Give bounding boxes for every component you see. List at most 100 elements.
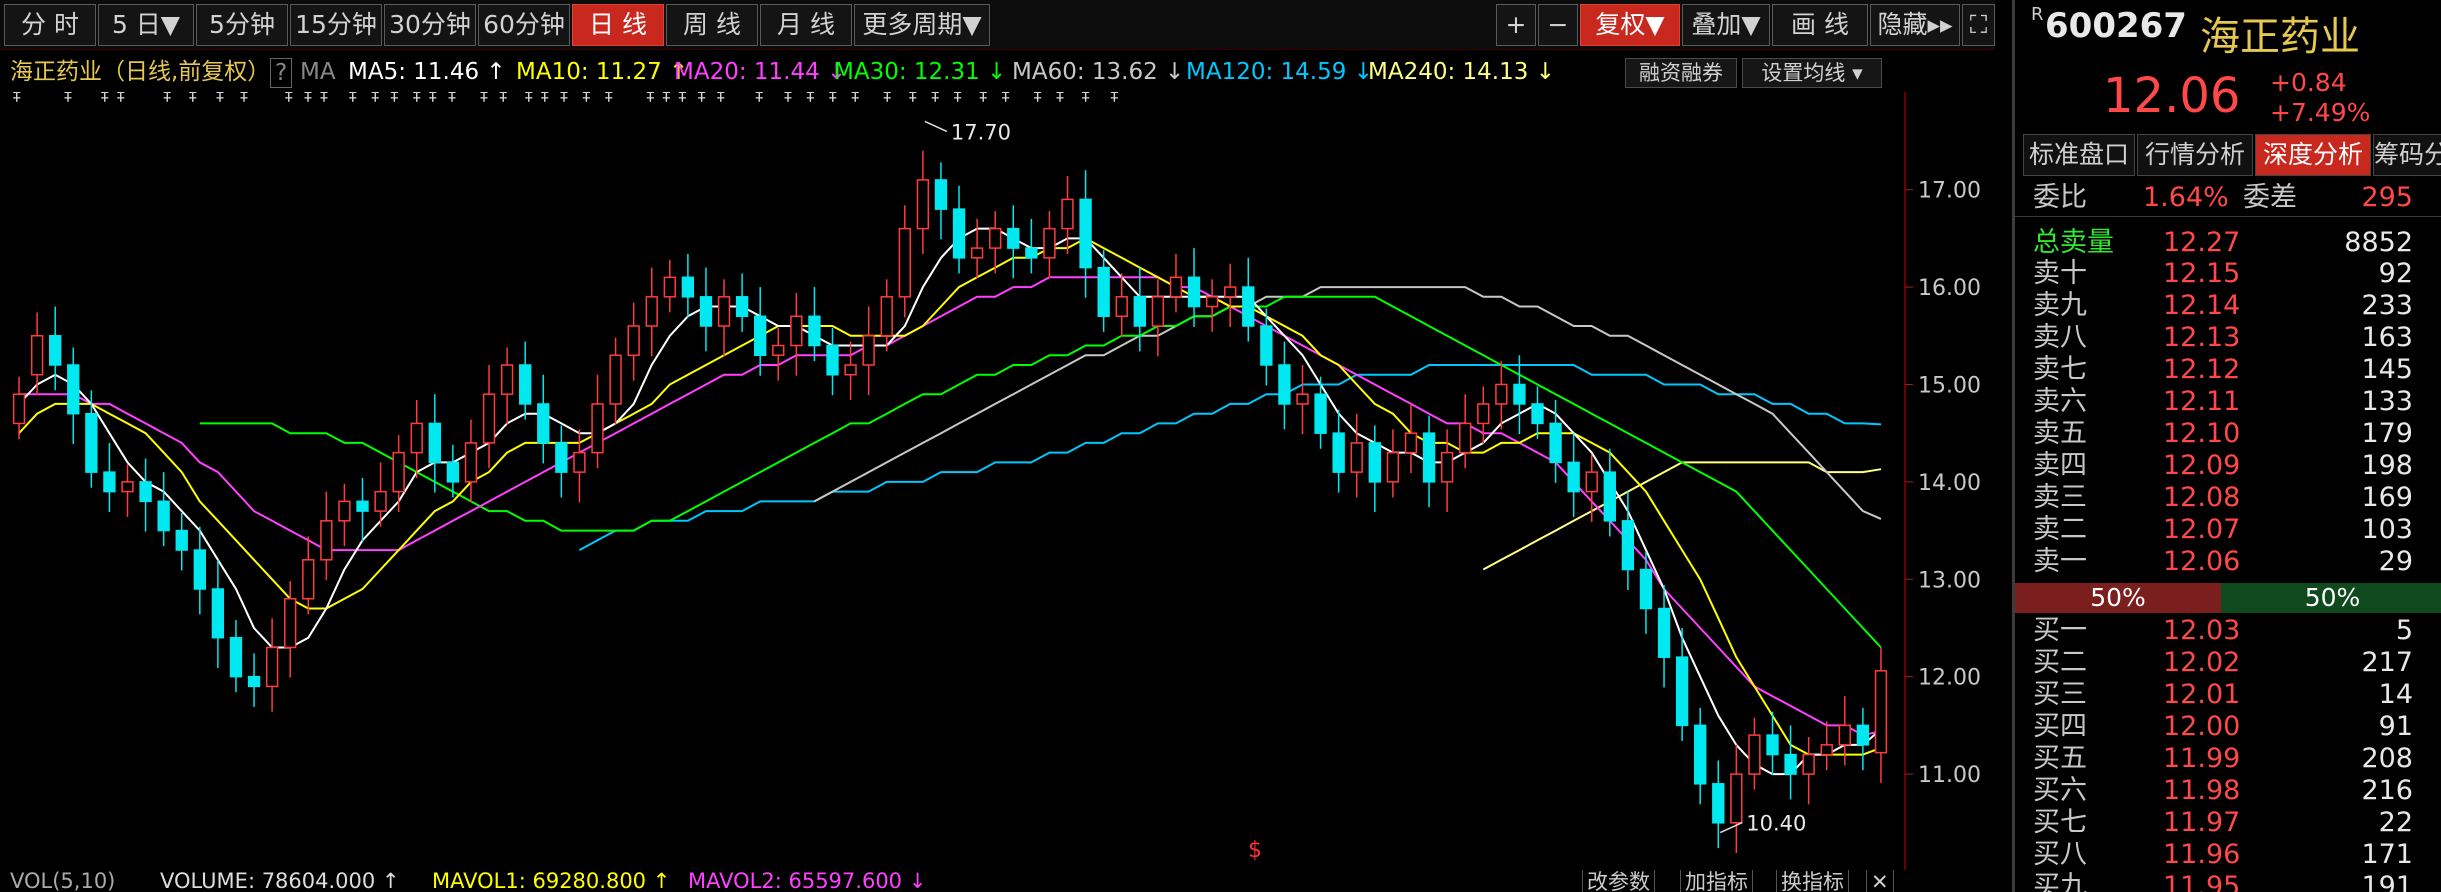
candle[interactable] <box>1856 707 1870 771</box>
candle[interactable] <box>103 442 116 513</box>
margin-trading-button[interactable]: 融资融券 <box>1625 58 1737 88</box>
event-marker[interactable]: ‡ <box>429 92 437 104</box>
candle[interactable] <box>808 287 821 362</box>
candle[interactable] <box>735 273 749 332</box>
help-icon[interactable]: ? <box>270 58 293 88</box>
candle[interactable] <box>338 483 351 547</box>
candle[interactable] <box>862 306 875 396</box>
event-marker[interactable]: ‡ <box>909 92 917 104</box>
candle[interactable] <box>320 491 333 581</box>
bid-row[interactable]: 买五 11.99 208 <box>2033 743 2433 775</box>
candle[interactable] <box>772 327 785 381</box>
ask-row[interactable]: 卖三 12.08 169 <box>2033 482 2433 514</box>
candle[interactable] <box>211 559 225 668</box>
candle[interactable] <box>1603 448 1616 537</box>
candle[interactable] <box>1061 176 1074 254</box>
bid-row[interactable]: 买二 12.02 217 <box>2033 647 2433 679</box>
event-marker[interactable]: ‡ <box>163 92 171 104</box>
candle[interactable] <box>898 205 911 318</box>
candle[interactable] <box>1187 248 1201 327</box>
candle[interactable] <box>121 464 134 517</box>
period-15min-button[interactable]: 15分钟 <box>290 4 382 46</box>
event-marker[interactable]: ‡ <box>304 92 312 104</box>
candle[interactable] <box>1820 721 1833 771</box>
period-30min-button[interactable]: 30分钟 <box>384 4 476 46</box>
ask-row[interactable]: 卖六 12.11 133 <box>2033 386 2433 418</box>
event-marker[interactable]: ‡ <box>806 92 814 104</box>
candle[interactable] <box>1242 257 1255 342</box>
candle[interactable] <box>500 347 514 425</box>
candle[interactable] <box>1314 376 1327 449</box>
candle[interactable] <box>1802 737 1815 805</box>
candle[interactable] <box>1567 433 1580 517</box>
candle[interactable] <box>1205 279 1219 332</box>
candle[interactable] <box>302 536 315 615</box>
event-marker[interactable]: ‡ <box>662 92 670 104</box>
candle[interactable] <box>1386 429 1400 498</box>
candle[interactable] <box>193 526 206 615</box>
event-marker[interactable]: ‡ <box>1002 92 1010 104</box>
candle[interactable] <box>1043 211 1056 279</box>
candle[interactable] <box>1079 170 1092 298</box>
change-params-button[interactable]: 改参数 <box>1582 870 1655 892</box>
fullscreen-icon[interactable]: ⛶ <box>1962 4 1995 46</box>
ask-row[interactable]: 卖四 12.09 198 <box>2033 450 2433 482</box>
candle[interactable] <box>1332 409 1345 493</box>
event-marker[interactable]: ‡ <box>784 92 792 104</box>
candlestick-chart[interactable]: ‡ ‡ ‡ ‡ ‡ ‡ ‡ ‡ ‡ ‡ ‡ ‡ ‡ ‡ ‡ ‡ ‡ ‡ ‡ ‡ ‡ ‡ ‡ ‡ ‡ ‡ ‡ ‡ ‡ ‡ ‡ ‡ ‡ ‡ ‡ ‡ ‡ ‡ ‡ ‡… <box>0 92 1995 870</box>
candle[interactable] <box>609 337 622 425</box>
dividend-marker[interactable]: $ <box>1248 838 1262 863</box>
event-marker[interactable]: ‡ <box>1082 92 1090 104</box>
event-marker[interactable]: ‡ <box>829 92 837 104</box>
event-marker[interactable]: ‡ <box>216 92 224 104</box>
candle[interactable] <box>627 302 640 381</box>
event-marker[interactable]: ‡ <box>413 92 421 104</box>
event-marker[interactable]: ‡ <box>349 92 357 104</box>
event-marker[interactable]: ‡ <box>64 92 72 104</box>
bid-row[interactable]: 买八 11.96 171 <box>2033 839 2433 871</box>
candle[interactable] <box>591 374 604 469</box>
candle[interactable] <box>790 292 803 376</box>
ma-settings-dropdown[interactable]: 设置均线 ▾ <box>1742 58 1882 88</box>
event-marker[interactable]: ‡ <box>13 92 21 104</box>
close-icon[interactable]: ✕ <box>1866 870 1894 892</box>
candle[interactable] <box>1350 413 1363 498</box>
bid-row[interactable]: 买六 11.98 216 <box>2033 775 2433 807</box>
candle[interactable] <box>916 150 930 254</box>
candle[interactable] <box>247 653 261 707</box>
event-marker[interactable]: ‡ <box>883 92 891 104</box>
event-marker[interactable]: ‡ <box>582 92 590 104</box>
candle[interactable] <box>67 347 80 444</box>
tab-standard-book[interactable]: 标准盘口 <box>2023 134 2135 176</box>
candle[interactable] <box>555 425 568 498</box>
event-marker[interactable]: ‡ <box>646 92 654 104</box>
candle[interactable] <box>1422 415 1436 508</box>
candle[interactable] <box>1730 744 1743 853</box>
candle[interactable] <box>139 458 152 532</box>
event-marker[interactable]: ‡ <box>1056 92 1064 104</box>
candle[interactable] <box>464 419 478 503</box>
candle[interactable] <box>1459 394 1472 469</box>
candle[interactable] <box>265 618 279 712</box>
candle[interactable] <box>1169 253 1183 313</box>
ask-row[interactable]: 卖十 12.15 92 <box>2033 258 2433 290</box>
candle[interactable] <box>645 267 658 357</box>
tab-market-analysis[interactable]: 行情分析 <box>2137 134 2253 176</box>
bid-row[interactable]: 买三 12.01 14 <box>2033 679 2433 711</box>
candle[interactable] <box>1404 403 1418 474</box>
candle[interactable] <box>537 374 550 464</box>
overlay-dropdown[interactable]: 叠加▼ <box>1682 4 1770 46</box>
ask-row[interactable]: 卖二 12.07 103 <box>2033 514 2433 546</box>
period-5day-button[interactable]: 5 日▼ <box>98 4 194 46</box>
candle[interactable] <box>826 327 839 396</box>
event-marker[interactable]: ‡ <box>931 92 939 104</box>
add-indicator-button[interactable]: 加指标 <box>1680 870 1753 892</box>
period-intraday-button[interactable]: 分 时 <box>4 4 96 46</box>
candle[interactable] <box>754 287 767 376</box>
event-marker[interactable]: ‡ <box>320 92 328 104</box>
candle[interactable] <box>681 253 695 318</box>
event-marker[interactable]: ‡ <box>979 92 987 104</box>
event-marker[interactable]: ‡ <box>755 92 763 104</box>
candle[interactable] <box>699 267 713 352</box>
candle[interactable] <box>1748 717 1761 790</box>
